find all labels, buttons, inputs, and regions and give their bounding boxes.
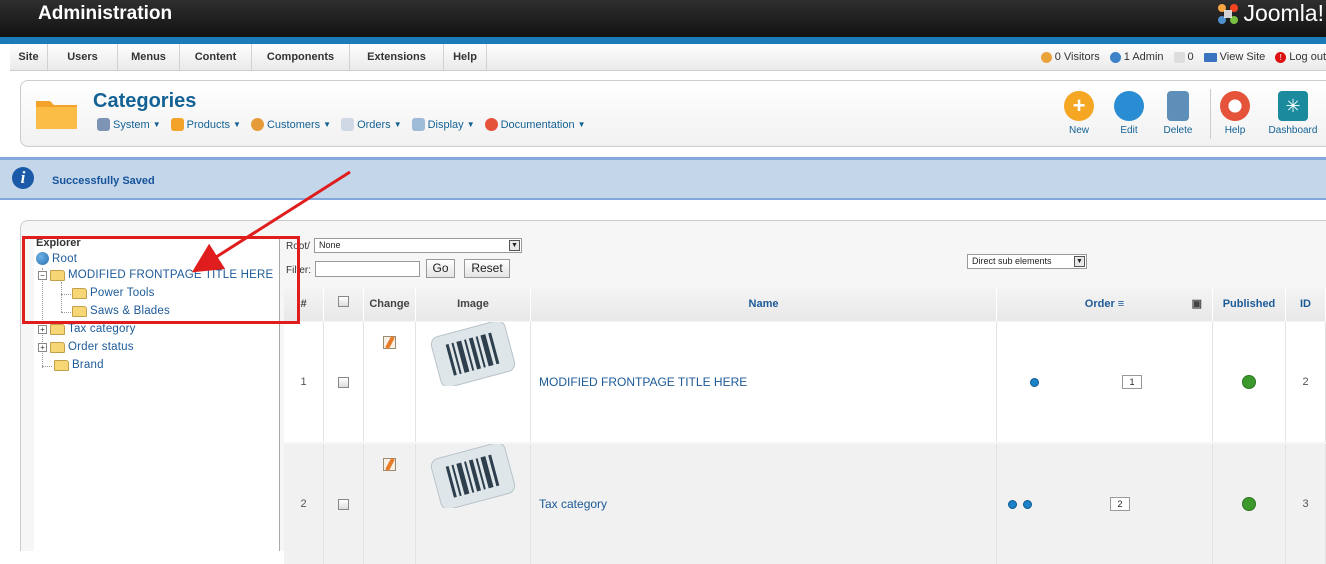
annotation-arrow xyxy=(191,170,351,273)
